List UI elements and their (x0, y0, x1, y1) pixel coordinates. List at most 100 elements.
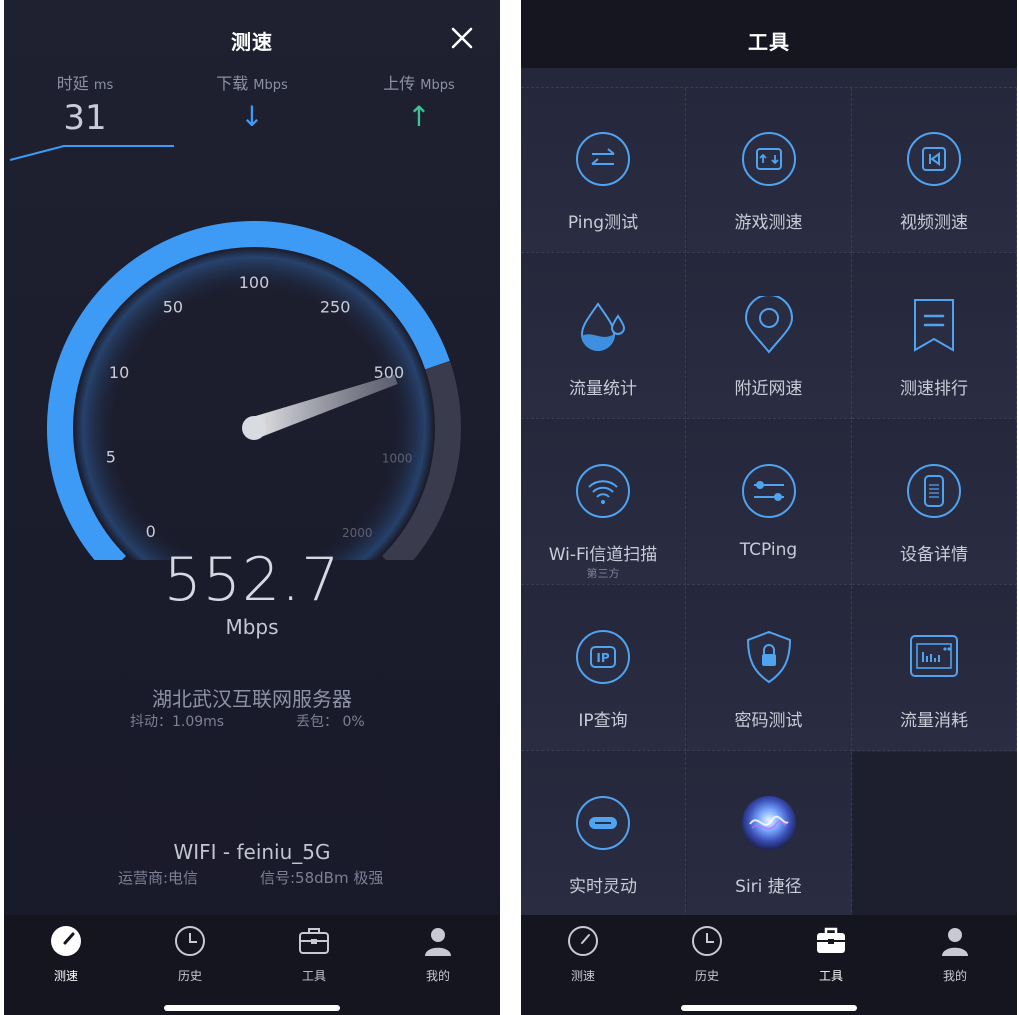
toggle-sliders-icon (741, 464, 796, 518)
close-icon[interactable] (450, 26, 474, 50)
speedometer-icon (51, 926, 81, 956)
bottom-tab-bar: 测速 历史 工具 我的 (521, 915, 1017, 1015)
tab-label: 测速 (53, 969, 78, 983)
tools-grid: Ping测试 游戏测速 视频测速流量统计 附近网速 测速排行 Wi-Fi信道扫描第三方 TC… (521, 68, 1017, 917)
gauge-tick-label: 10 (109, 363, 129, 382)
water-drop-icon (580, 302, 626, 352)
tool-label: TCPing (739, 540, 798, 560)
tab-label: 我的 (425, 969, 450, 983)
download-arrow-icon: ↓ (240, 100, 264, 133)
tool-location-pin[interactable]: 附近网速 (686, 254, 852, 419)
tool-label: 流量统计 (569, 379, 637, 399)
tool-label: 流量消耗 (900, 711, 968, 731)
tool-bookmark-ranking[interactable]: 测速排行 (852, 254, 1017, 419)
tab-label: 工具 (301, 969, 326, 983)
tab-label: 测速 (570, 969, 595, 983)
gauge-tick-label: 50 (163, 298, 183, 317)
tab-label: 历史 (694, 969, 719, 983)
tool-siri[interactable]: Siri 捷径 (686, 752, 852, 917)
tool-toggle-sliders[interactable]: TCPing (686, 420, 852, 585)
clock-icon (175, 926, 205, 956)
ip-icon: IP (576, 630, 630, 684)
tool-water-drop[interactable]: 流量统计 (521, 254, 686, 419)
svg-text:IP: IP (596, 651, 609, 665)
tool-label: 游戏测速 (734, 213, 803, 233)
tab-label: 我的 (942, 969, 967, 983)
tool-label: 密码测试 (734, 711, 803, 731)
ping-arrows-icon (576, 132, 630, 186)
gauge-tick-label: 100 (239, 273, 270, 292)
toolbox-icon (299, 928, 329, 954)
tab-speed-test[interactable]: 测速 (521, 923, 645, 984)
tool-label: Ping测试 (567, 213, 639, 233)
tool-sublabel: 第三方 (586, 567, 620, 580)
server-name: 湖北武汉互联网服务器 (152, 687, 352, 711)
gauge-tick-label: 5 (106, 447, 116, 466)
tool-label: Wi-Fi信道扫描 (548, 545, 658, 565)
upload-label: 上传 (383, 74, 416, 93)
loss-text: 丢包： 0% (296, 714, 365, 730)
network-name: WIFI - feiniu_5G (173, 840, 331, 864)
tab-label: 历史 (177, 969, 202, 983)
lock-shield-icon (746, 630, 791, 684)
gauge-tick-label: 2000 (342, 526, 373, 540)
tool-label: 设备详情 (900, 545, 968, 565)
tab-history[interactable]: 历史 (128, 923, 252, 984)
download-label: 下载 (216, 74, 249, 93)
tool-ping-arrows[interactable]: Ping测试 (521, 88, 686, 253)
tab-tools[interactable]: 工具 (769, 923, 893, 984)
home-indicator (164, 1005, 340, 1011)
game-speed-icon (741, 132, 796, 186)
tab-tools[interactable]: 工具 (252, 923, 376, 984)
tool-label: IP查询 (578, 711, 628, 731)
tab-label: 工具 (818, 969, 843, 983)
wifi-icon (576, 464, 630, 518)
tab-profile[interactable]: 我的 (893, 923, 1017, 984)
speed-unit: Mbps (225, 615, 279, 639)
user-icon (425, 928, 451, 956)
upload-arrow-icon: ↑ (407, 100, 431, 133)
gauge-needle-hub (242, 416, 266, 440)
empty-cell (852, 752, 1017, 916)
gauge-tick-label: 250 (320, 298, 351, 317)
dynamic-island-icon (576, 796, 630, 850)
tool-video-rewind[interactable]: 视频测速 (852, 88, 1017, 253)
jitter-text: 抖动：1.09ms (130, 714, 225, 730)
signal-text: 信号:58dBm 极强 (260, 869, 384, 887)
page-title: 测速 (231, 30, 273, 54)
siri-icon (741, 796, 796, 850)
grid-top-strip (521, 68, 1017, 88)
carrier-text: 运营商:电信 (118, 869, 199, 887)
latency-metric: 时延 ms 31 (20, 70, 150, 138)
speed-test-screen: 测速 时延 ms 31 下载 Mbps ↓ 上传 Mbps ↑ 0 5 10 5… (4, 0, 500, 1015)
clock-icon (692, 926, 722, 956)
tool-game-speed[interactable]: 游戏测速 (686, 88, 852, 253)
tool-label: Siri 捷径 (735, 877, 802, 897)
latency-label: 时延 (56, 74, 89, 93)
toolbox-icon (817, 927, 845, 953)
tool-label: 实时灵动 (569, 877, 637, 897)
home-indicator (681, 1005, 857, 1011)
upload-unit: Mbps (420, 78, 455, 93)
page-title: 工具 (748, 30, 790, 54)
tool-data-usage[interactable]: 流量消耗 (852, 586, 1017, 751)
tab-profile[interactable]: 我的 (376, 923, 500, 984)
tool-wifi[interactable]: Wi-Fi信道扫描第三方 (521, 420, 686, 585)
tool-ip[interactable]: IP IP查询 (521, 586, 686, 751)
bottom-tab-bar: 测速 历史 工具 我的 (4, 915, 500, 1015)
latency-value: 31 (63, 98, 107, 138)
tab-speed-test[interactable]: 测速 (4, 923, 128, 984)
speed-value: 552.7 (163, 545, 341, 615)
tool-lock-shield[interactable]: 密码测试 (686, 586, 852, 751)
tab-history[interactable]: 历史 (645, 923, 769, 984)
tool-phone-device[interactable]: 设备详情 (852, 420, 1017, 585)
tool-label: 附近网速 (734, 379, 803, 399)
video-rewind-icon (907, 132, 961, 186)
gauge-tick-label: 1000 (382, 451, 413, 465)
tool-dynamic-island[interactable]: 实时灵动 (521, 752, 686, 917)
bookmark-ranking-icon (914, 299, 954, 352)
upload-metric: 上传 Mbps ↑ (354, 70, 484, 133)
user-icon (942, 928, 968, 956)
tools-screen: 工具 Ping测试 游戏测速 视频测速流量统计 附近网速 测速排行 Wi-Fi信道扫描第三… (521, 0, 1017, 1015)
data-usage-icon (910, 635, 958, 677)
